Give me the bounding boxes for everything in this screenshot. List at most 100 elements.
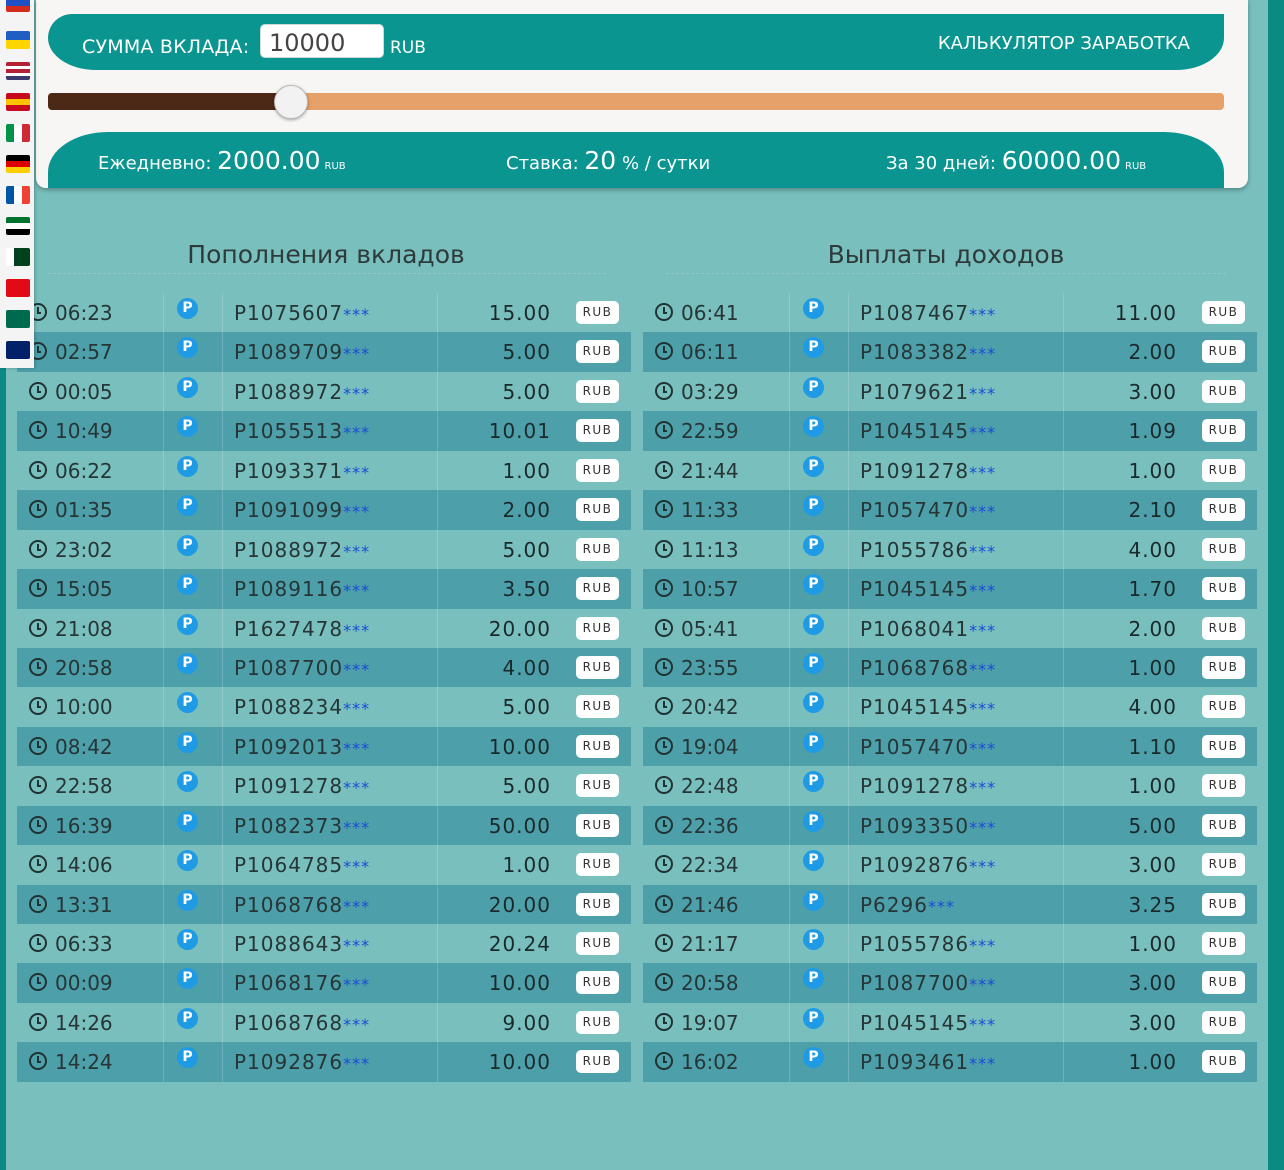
row-account: P1093461*** <box>860 1050 997 1075</box>
currency-badge: RUB <box>1202 340 1245 364</box>
row-account: P1045145*** <box>860 1010 997 1035</box>
italy-flag-icon[interactable] <box>6 124 30 142</box>
column-divider <box>222 1002 223 1043</box>
currency-badge: RUB <box>1202 458 1245 482</box>
column-divider <box>222 687 223 727</box>
column-divider <box>1063 608 1064 648</box>
new-zealand-flag-icon[interactable] <box>6 341 30 359</box>
column-divider <box>1063 687 1064 727</box>
column-divider <box>163 687 164 727</box>
masked-suffix: *** <box>343 462 371 482</box>
currency-badge: RUB <box>576 734 619 758</box>
row-amount: 10.00 <box>488 1050 551 1075</box>
column-divider <box>163 845 164 885</box>
usa-flag-icon[interactable] <box>6 62 30 80</box>
column-divider <box>437 371 438 412</box>
uae-flag-icon[interactable] <box>6 217 30 235</box>
table-row: 21:46 P P6296*** 3.25 RUB <box>643 884 1257 924</box>
russia-flag-icon[interactable] <box>6 0 30 12</box>
payouts-title: Выплаты доходов <box>827 240 1065 269</box>
currency-badge: RUB <box>576 498 619 522</box>
row-amount: 2.00 <box>502 498 551 523</box>
row-time: 11:13 <box>681 537 739 562</box>
masked-suffix: *** <box>969 936 997 955</box>
masked-suffix: *** <box>969 817 997 837</box>
table-row: 13:31 P P1068768*** 20.00 RUB <box>17 884 631 924</box>
column-divider <box>1063 293 1064 333</box>
bangladesh-flag-icon[interactable] <box>6 310 30 328</box>
germany-flag-icon[interactable] <box>6 155 30 173</box>
column-divider <box>848 924 849 964</box>
pakistan-flag-icon[interactable] <box>6 248 30 266</box>
currency-badge: RUB <box>576 1050 619 1074</box>
table-row: 01:35 P P1091099*** 2.00 RUB <box>17 490 631 530</box>
column-divider <box>437 569 438 609</box>
column-divider <box>163 569 164 609</box>
column-divider <box>437 687 438 727</box>
payeer-icon: P <box>177 337 198 359</box>
row-time: 21:17 <box>681 932 739 956</box>
slider-handle[interactable] <box>274 85 308 119</box>
clock-icon <box>29 1012 47 1031</box>
row-account: P1055786*** <box>860 537 997 562</box>
column-divider <box>437 924 438 964</box>
payeer-icon: P <box>803 850 824 872</box>
clock-icon <box>29 855 47 874</box>
daily-stat: Ежедневно: 2000.00 RUB <box>98 146 346 175</box>
table-row: 22:59 P P1045145*** 1.09 RUB <box>643 411 1257 451</box>
france-flag-icon[interactable] <box>6 186 30 204</box>
clock-icon <box>29 460 47 479</box>
row-amount: 15.00 <box>488 301 551 325</box>
row-account: P1068041*** <box>860 616 997 641</box>
column-divider <box>1063 1042 1064 1082</box>
column-divider <box>848 845 849 885</box>
row-amount: 20.00 <box>488 892 551 917</box>
row-account: P1088972*** <box>234 537 371 562</box>
payeer-icon: P <box>803 416 824 438</box>
currency-badge: RUB <box>1202 419 1245 443</box>
turkey-flag-icon[interactable] <box>6 279 30 297</box>
row-account: P1089709*** <box>234 340 371 365</box>
row-amount: 3.00 <box>1128 379 1177 404</box>
masked-suffix: *** <box>343 817 371 837</box>
masked-suffix: *** <box>343 1014 371 1034</box>
table-row: 22:48 P P1091278*** 1.00 RUB <box>643 766 1257 806</box>
column-divider <box>163 411 164 451</box>
clock-icon <box>655 736 673 755</box>
calculator-title: КАЛЬКУЛЯТОР ЗАРАБОТКА <box>937 33 1190 54</box>
month-label: За 30 дней: <box>886 153 996 174</box>
column-divider <box>222 411 223 451</box>
clock-icon <box>29 618 47 637</box>
amount-slider[interactable] <box>48 85 1224 119</box>
spain-flag-icon[interactable] <box>6 93 30 111</box>
clock-icon <box>655 460 673 479</box>
deposit-amount-input[interactable] <box>260 24 384 58</box>
column-divider <box>1063 963 1064 1003</box>
payouts-divider <box>666 273 1226 274</box>
payeer-icon: P <box>177 376 198 398</box>
column-divider <box>1063 805 1064 846</box>
column-divider <box>437 766 438 806</box>
currency-badge: RUB <box>1202 498 1245 522</box>
payeer-icon: P <box>803 889 824 911</box>
column-divider <box>848 1002 849 1043</box>
column-divider <box>1063 647 1064 688</box>
row-amount: 3.00 <box>1128 853 1177 878</box>
payeer-icon: P <box>803 298 824 319</box>
payeer-icon: P <box>803 376 824 398</box>
table-row: 22:34 P P1092876*** 3.00 RUB <box>643 845 1257 885</box>
column-divider <box>1063 884 1064 924</box>
column-divider <box>437 1042 438 1082</box>
currency-badge: RUB <box>1202 892 1245 916</box>
payeer-icon: P <box>177 613 198 635</box>
row-time: 23:55 <box>681 655 739 680</box>
row-time: 06:33 <box>55 932 113 956</box>
deposits-table: 06:23 P P1075607*** 15.00 RUB 02:57 P P1089709*… <box>17 293 631 1082</box>
column-divider <box>163 529 164 570</box>
masked-suffix: *** <box>343 857 371 877</box>
masked-suffix: *** <box>343 344 371 364</box>
table-row: 14:26 P P1068768*** 9.00 RUB <box>17 1002 631 1043</box>
column-divider <box>437 963 438 1003</box>
ukraine-flag-icon[interactable] <box>6 31 30 49</box>
payeer-icon: P <box>177 810 198 832</box>
